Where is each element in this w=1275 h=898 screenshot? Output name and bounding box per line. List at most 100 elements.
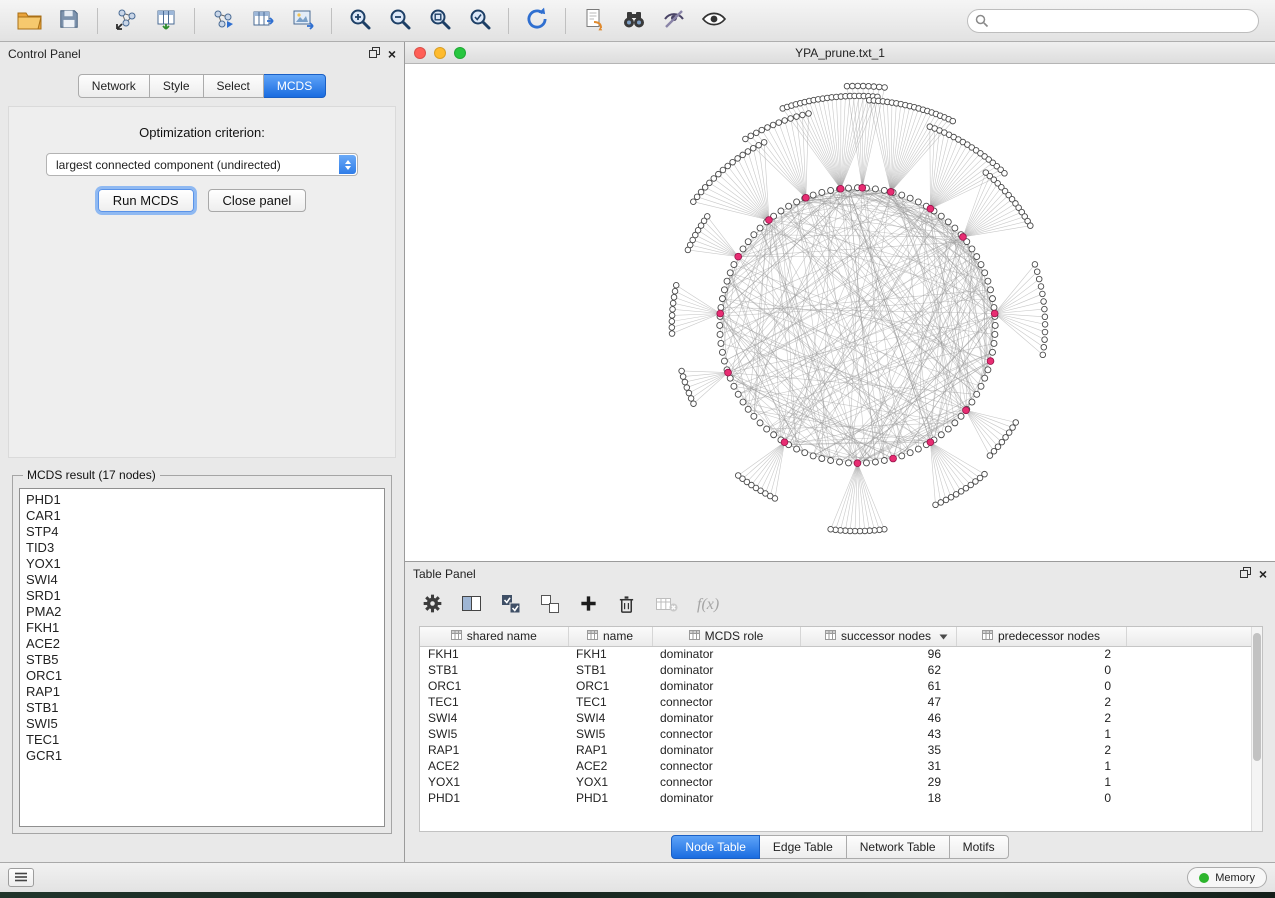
cell-shared-name[interactable]: ACE2 — [420, 758, 568, 774]
find-button[interactable] — [615, 5, 653, 37]
cell-mcds-role[interactable]: dominator — [652, 646, 800, 662]
import-network-button[interactable] — [107, 5, 145, 37]
col-header-successor-nodes[interactable]: successor nodes — [800, 627, 956, 646]
cell-mcds-role[interactable]: connector — [652, 774, 800, 790]
mcds-node-item[interactable]: SWI4 — [26, 572, 384, 588]
column-layout-button[interactable] — [461, 594, 482, 616]
float-panel-icon[interactable] — [1240, 567, 1251, 581]
search-input[interactable] — [967, 9, 1259, 33]
mcds-node-item[interactable]: CAR1 — [26, 508, 384, 524]
network-graph[interactable] — [405, 64, 1275, 561]
cell-shared-name[interactable]: PHD1 — [420, 790, 568, 806]
mcds-node-item[interactable]: ORC1 — [26, 668, 384, 684]
table-row[interactable]: YOX1YOX1connector291 — [420, 774, 1262, 790]
mcds-result-list[interactable]: PHD1CAR1STP4TID3YOX1SWI4SRD1PMA2FKH1ACE2… — [19, 488, 385, 827]
cell-name[interactable]: ORC1 — [568, 678, 652, 694]
cell-mcds-role[interactable]: connector — [652, 726, 800, 742]
table-row[interactable]: RAP1RAP1dominator352 — [420, 742, 1262, 758]
scrollbar-thumb[interactable] — [1253, 633, 1261, 761]
cell-successor-nodes[interactable]: 46 — [800, 710, 956, 726]
cell-name[interactable]: RAP1 — [568, 742, 652, 758]
table-row[interactable]: STB1STB1dominator620 — [420, 662, 1262, 678]
cell-predecessor-nodes[interactable]: 2 — [956, 646, 1126, 662]
export-image-button[interactable] — [284, 5, 322, 37]
add-column-button[interactable] — [579, 594, 598, 616]
import-table-button[interactable] — [147, 5, 185, 37]
mcds-node-item[interactable]: ACE2 — [26, 636, 384, 652]
cell-name[interactable]: TEC1 — [568, 694, 652, 710]
table-row[interactable]: SWI4SWI4dominator462 — [420, 710, 1262, 726]
tab-node-table[interactable]: Node Table — [671, 835, 760, 859]
cell-successor-nodes[interactable]: 96 — [800, 646, 956, 662]
tab-network[interactable]: Network — [78, 74, 150, 98]
tab-select[interactable]: Select — [204, 74, 264, 98]
tab-motifs[interactable]: Motifs — [950, 835, 1009, 859]
hide-graphics-details-button[interactable] — [655, 5, 693, 37]
mcds-node-item[interactable]: PMA2 — [26, 604, 384, 620]
table-row[interactable]: TEC1TEC1connector472 — [420, 694, 1262, 710]
cell-shared-name[interactable]: FKH1 — [420, 646, 568, 662]
table-row[interactable]: SWI5SWI5connector431 — [420, 726, 1262, 742]
cell-shared-name[interactable]: STB1 — [420, 662, 568, 678]
open-file-button[interactable] — [10, 5, 48, 37]
status-menu-button[interactable] — [8, 868, 34, 887]
cell-predecessor-nodes[interactable]: 2 — [956, 694, 1126, 710]
cell-mcds-role[interactable]: connector — [652, 758, 800, 774]
tab-network-table[interactable]: Network Table — [847, 835, 950, 859]
function-builder-button[interactable]: f(x) — [697, 596, 719, 614]
mcds-node-item[interactable]: SRD1 — [26, 588, 384, 604]
table-row[interactable]: ORC1ORC1dominator610 — [420, 678, 1262, 694]
table-scrollbar[interactable] — [1251, 627, 1262, 831]
table-row[interactable]: FKH1FKH1dominator962 — [420, 646, 1262, 662]
window-close-icon[interactable] — [414, 47, 426, 59]
cell-name[interactable]: ACE2 — [568, 758, 652, 774]
col-header-name[interactable]: name — [568, 627, 652, 646]
cell-shared-name[interactable]: YOX1 — [420, 774, 568, 790]
cell-predecessor-nodes[interactable]: 0 — [956, 662, 1126, 678]
cell-shared-name[interactable]: SWI4 — [420, 710, 568, 726]
memory-button[interactable]: Memory — [1187, 867, 1267, 888]
col-header-mcds-role[interactable]: MCDS role — [652, 627, 800, 646]
table-row[interactable]: ACE2ACE2connector311 — [420, 758, 1262, 774]
col-header-predecessor-nodes[interactable]: predecessor nodes — [956, 627, 1126, 646]
cell-successor-nodes[interactable]: 62 — [800, 662, 956, 678]
mcds-node-item[interactable]: STP4 — [26, 524, 384, 540]
show-graphics-details-button[interactable] — [695, 5, 733, 37]
zoom-selected-button[interactable] — [461, 5, 499, 37]
tab-style[interactable]: Style — [150, 74, 204, 98]
close-panel-icon[interactable]: × — [1259, 569, 1267, 579]
mcds-node-item[interactable]: STB5 — [26, 652, 384, 668]
mcds-node-item[interactable]: TID3 — [26, 540, 384, 556]
optimization-criterion-select[interactable]: largest connected component (undirected) — [46, 153, 358, 176]
cell-name[interactable]: SWI5 — [568, 726, 652, 742]
table-row[interactable]: PHD1PHD1dominator180 — [420, 790, 1262, 806]
cell-predecessor-nodes[interactable]: 1 — [956, 726, 1126, 742]
cell-predecessor-nodes[interactable]: 1 — [956, 758, 1126, 774]
float-panel-icon[interactable] — [369, 47, 380, 61]
mcds-node-item[interactable]: PHD1 — [26, 492, 384, 508]
zoom-in-button[interactable] — [341, 5, 379, 37]
cell-shared-name[interactable]: ORC1 — [420, 678, 568, 694]
cell-name[interactable]: FKH1 — [568, 646, 652, 662]
export-network-button[interactable] — [204, 5, 242, 37]
cell-successor-nodes[interactable]: 47 — [800, 694, 956, 710]
network-window-titlebar[interactable]: YPA_prune.txt_1 — [405, 42, 1275, 64]
close-panel-button[interactable]: Close panel — [208, 189, 307, 212]
cell-name[interactable]: YOX1 — [568, 774, 652, 790]
cell-successor-nodes[interactable]: 29 — [800, 774, 956, 790]
cell-mcds-role[interactable]: dominator — [652, 662, 800, 678]
cell-successor-nodes[interactable]: 31 — [800, 758, 956, 774]
cell-predecessor-nodes[interactable]: 0 — [956, 790, 1126, 806]
cell-predecessor-nodes[interactable]: 1 — [956, 774, 1126, 790]
mcds-node-item[interactable]: RAP1 — [26, 684, 384, 700]
mcds-node-item[interactable]: TEC1 — [26, 732, 384, 748]
table-options-button[interactable] — [423, 594, 442, 616]
cell-successor-nodes[interactable]: 61 — [800, 678, 956, 694]
cell-mcds-role[interactable]: dominator — [652, 742, 800, 758]
cell-name[interactable]: STB1 — [568, 662, 652, 678]
zoom-out-button[interactable] — [381, 5, 419, 37]
mcds-node-item[interactable]: FKH1 — [26, 620, 384, 636]
network-canvas[interactable] — [405, 64, 1275, 561]
tab-mcds[interactable]: MCDS — [264, 74, 326, 98]
mcds-node-item[interactable]: STB1 — [26, 700, 384, 716]
